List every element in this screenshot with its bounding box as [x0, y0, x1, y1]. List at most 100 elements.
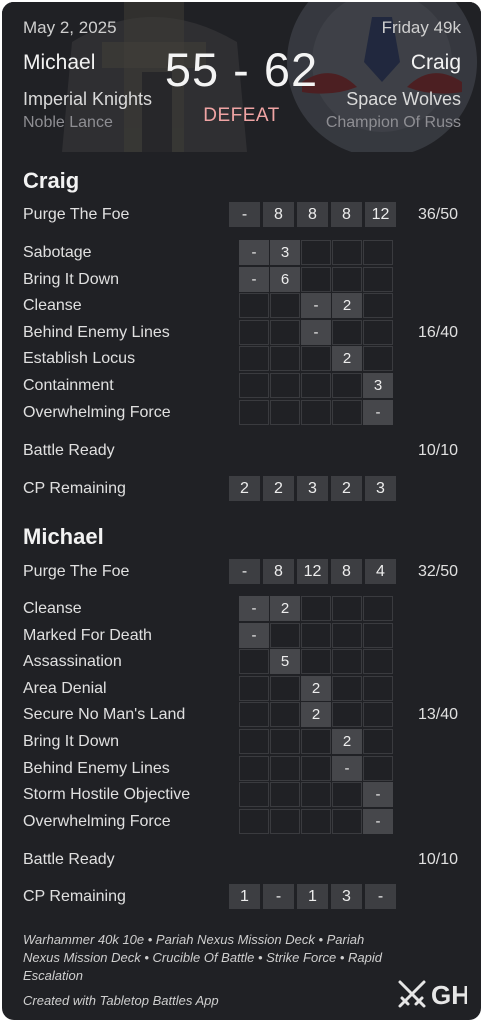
secondary-round-cell [363, 623, 393, 648]
cp-round-value: 3 [331, 884, 362, 909]
secondary-round-cell: - [363, 782, 393, 807]
secondary-round-cell [363, 293, 393, 318]
secondary-round-cell [239, 676, 269, 701]
battle-report-card: May 2, 2025 Friday 49k Michael Craig 55 … [2, 2, 481, 1020]
primary-round-score: 8 [331, 559, 362, 584]
secondary-round-cell: - [239, 267, 269, 292]
secondary-round-cell [270, 320, 300, 345]
battle-ready-label: Battle Ready [23, 851, 115, 868]
primary-objective-label: Purge The Foe [23, 563, 130, 580]
secondary-round-cell [332, 676, 362, 701]
primary-round-score: 4 [365, 559, 396, 584]
secondary-round-cell [363, 649, 393, 674]
secondary-objective-label: Overwhelming Force [23, 404, 171, 421]
cp-round-value: 2 [263, 476, 294, 501]
right-player-detachment: Champion Of Russ [325, 114, 461, 131]
secondary-round-cell: 3 [270, 240, 300, 265]
battle-ready-label: Battle Ready [23, 442, 115, 459]
secondary-round-cell [363, 346, 393, 371]
logo-text: GH [431, 980, 467, 1009]
secondary-objective-label: Bring It Down [23, 733, 120, 750]
primary-round-score: 12 [297, 559, 328, 584]
secondary-round-cell [270, 623, 300, 648]
secondary-round-cell [332, 596, 362, 621]
secondary-round-cell [239, 346, 269, 371]
secondary-round-cell [301, 782, 331, 807]
secondary-round-cell [270, 373, 300, 398]
secondary-round-cell [301, 623, 331, 648]
secondary-round-cell [270, 400, 300, 425]
secondary-round-cell: 2 [332, 346, 362, 371]
secondary-round-cell [239, 782, 269, 807]
secondary-round-cell [270, 809, 300, 834]
primary-total: 32/50 [417, 563, 458, 580]
secondary-round-cell: - [301, 293, 331, 318]
secondary-round-cell: - [239, 623, 269, 648]
secondary-objective-label: Sabotage [23, 244, 92, 261]
secondary-round-cell [332, 373, 362, 398]
cp-round-value: 2 [229, 476, 260, 501]
secondary-round-cell [270, 756, 300, 781]
secondary-round-cell [301, 596, 331, 621]
secondary-round-cell: 2 [332, 729, 362, 754]
secondary-round-cell: 2 [301, 702, 331, 727]
secondary-round-cell [239, 373, 269, 398]
cp-round-value: 1 [229, 884, 260, 909]
secondary-round-cell [239, 320, 269, 345]
primary-round-score: - [229, 559, 260, 584]
secondary-round-cell: 5 [270, 649, 300, 674]
secondary-round-cell [301, 240, 331, 265]
secondary-round-cell [270, 729, 300, 754]
secondary-round-cell: - [239, 240, 269, 265]
secondary-round-cell [363, 729, 393, 754]
secondary-round-cell [332, 400, 362, 425]
secondary-objective-label: Behind Enemy Lines [23, 324, 170, 341]
cp-round-value: 1 [297, 884, 328, 909]
secondary-round-cell: - [239, 596, 269, 621]
secondary-round-cell [363, 267, 393, 292]
secondary-round-cell: - [363, 809, 393, 834]
secondary-round-cell [332, 649, 362, 674]
primary-round-score: 8 [263, 202, 294, 227]
cp-round-value: 3 [297, 476, 328, 501]
left-player-detachment: Noble Lance [23, 114, 113, 131]
secondary-round-cell [239, 702, 269, 727]
secondary-objective-label: Assassination [23, 653, 122, 670]
secondary-round-cell [270, 293, 300, 318]
secondary-round-cell: - [301, 320, 331, 345]
secondary-round-cell [239, 293, 269, 318]
secondary-round-cell: 3 [363, 373, 393, 398]
secondary-round-cell [363, 596, 393, 621]
cp-remaining-label: CP Remaining [23, 480, 126, 497]
secondary-objective-label: Overwhelming Force [23, 813, 171, 830]
secondary-round-cell [332, 809, 362, 834]
secondary-round-cell [301, 809, 331, 834]
secondary-round-cell [363, 702, 393, 727]
primary-total: 36/50 [417, 206, 458, 223]
secondary-round-cell [332, 623, 362, 648]
cp-remaining-label: CP Remaining [23, 888, 126, 905]
secondary-objective-label: Marked For Death [23, 627, 152, 644]
cp-round-value: - [365, 884, 396, 909]
game-date: May 2, 2025 [23, 18, 117, 37]
secondary-objective-label: Storm Hostile Objective [23, 786, 191, 803]
secondary-round-cell: 6 [270, 267, 300, 292]
battle-ready-total: 10/10 [417, 442, 458, 459]
player-section-title: Michael [23, 524, 104, 549]
game-header: May 2, 2025 Friday 49k Michael Craig 55 … [2, 2, 481, 152]
secondary-round-cell [239, 809, 269, 834]
secondary-round-cell [301, 756, 331, 781]
secondary-objective-label: Cleanse [23, 600, 82, 617]
game-label: Friday 49k [381, 18, 461, 37]
secondary-round-cell [270, 702, 300, 727]
right-player-faction: Space Wolves [346, 89, 461, 109]
secondary-objective-label: Establish Locus [23, 350, 136, 367]
secondary-round-cell: - [363, 400, 393, 425]
primary-round-score: 8 [263, 559, 294, 584]
secondary-objective-label: Secure No Man's Land [23, 706, 186, 723]
primary-objective-label: Purge The Foe [23, 206, 130, 223]
secondary-round-cell [270, 782, 300, 807]
secondary-objective-label: Bring It Down [23, 271, 120, 288]
secondary-round-cell: 2 [301, 676, 331, 701]
mission-details: Warhammer 40k 10e • Pariah Nexus Mission… [23, 932, 382, 983]
